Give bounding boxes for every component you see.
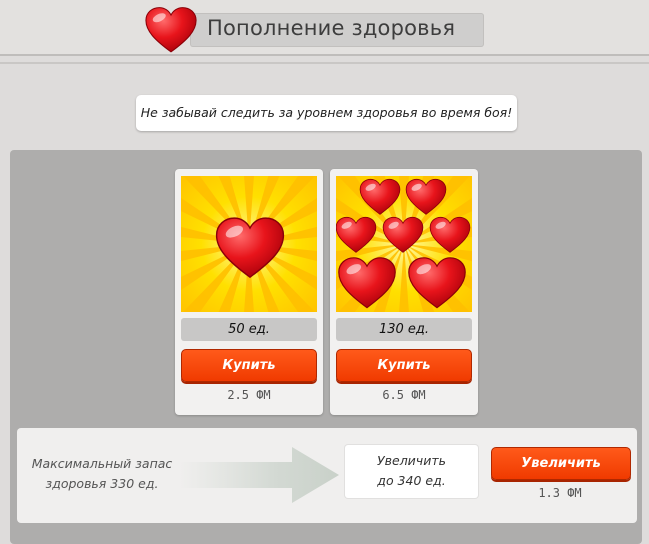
pack-card-130: 130 ед. Купить 6.5 ФМ bbox=[330, 169, 478, 415]
pack-card-50: 50 ед. Купить 2.5 ФМ bbox=[175, 169, 323, 415]
sunburst-background bbox=[336, 176, 472, 312]
max-health-text: Максимальный запас здоровья 330 ед. bbox=[27, 454, 177, 494]
buy-button-50[interactable]: Купить bbox=[181, 349, 317, 382]
heart-icon bbox=[143, 6, 199, 54]
arrow-right-icon bbox=[179, 447, 339, 503]
target-line1: Увеличить bbox=[377, 453, 446, 468]
pack-amount: 50 ед. bbox=[181, 318, 317, 341]
max-health-line1: Максимальный запас bbox=[31, 456, 173, 471]
page-title: Пополнение здоровья bbox=[207, 16, 456, 40]
pack-image-50 bbox=[181, 176, 317, 312]
pack-price: 2.5 ФМ bbox=[227, 388, 271, 402]
pack-image-130 bbox=[336, 176, 472, 312]
sunburst-background bbox=[181, 176, 317, 312]
target-line2: до 340 ед. bbox=[377, 473, 446, 488]
max-health-line2: здоровья 330 ед. bbox=[45, 476, 159, 491]
hint-box: Не забывай следить за уровнем здоровья в… bbox=[136, 95, 517, 131]
upgrade-section: Максимальный запас здоровья 330 ед. Увел… bbox=[17, 428, 637, 523]
pack-amount: 130 ед. bbox=[336, 318, 472, 341]
header-divider bbox=[0, 62, 649, 64]
pack-price: 6.5 ФМ bbox=[382, 388, 426, 402]
increase-button[interactable]: Увеличить bbox=[491, 447, 631, 480]
increase-price: 1.3 ФМ bbox=[538, 486, 582, 500]
target-health-box: Увеличить до 340 ед. bbox=[345, 445, 478, 498]
hint-text: Не забывай следить за уровнем здоровья в… bbox=[140, 105, 513, 120]
buy-button-130[interactable]: Купить bbox=[336, 349, 472, 382]
